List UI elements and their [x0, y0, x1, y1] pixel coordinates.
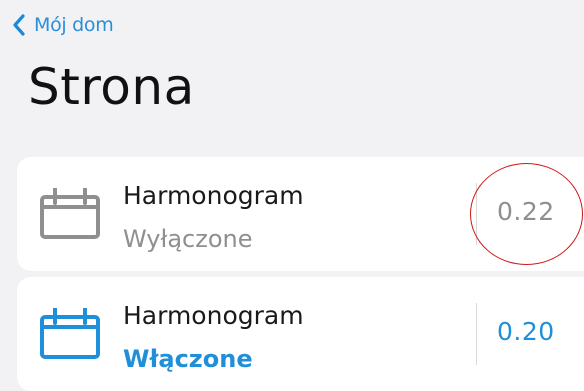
- schedule-time[interactable]: 0.20: [497, 317, 555, 346]
- back-button[interactable]: Mój dom: [12, 14, 114, 36]
- calendar-icon: [39, 187, 101, 244]
- schedule-card-2[interactable]: Harmonogram Włączone 0.20: [17, 277, 584, 391]
- schedule-status: Włączone: [123, 345, 253, 373]
- schedule-name: Harmonogram: [123, 301, 304, 330]
- page-title: Strona: [28, 58, 195, 116]
- schedule-name: Harmonogram: [123, 181, 304, 210]
- schedule-card-1[interactable]: Harmonogram Wyłączone 0.22: [17, 157, 584, 271]
- divider: [476, 183, 477, 245]
- schedule-status: Wyłączone: [123, 225, 253, 253]
- divider: [476, 303, 477, 365]
- back-label: Mój dom: [34, 14, 114, 36]
- schedule-time[interactable]: 0.22: [497, 197, 555, 226]
- chevron-left-icon: [12, 14, 26, 36]
- calendar-icon: [39, 307, 101, 364]
